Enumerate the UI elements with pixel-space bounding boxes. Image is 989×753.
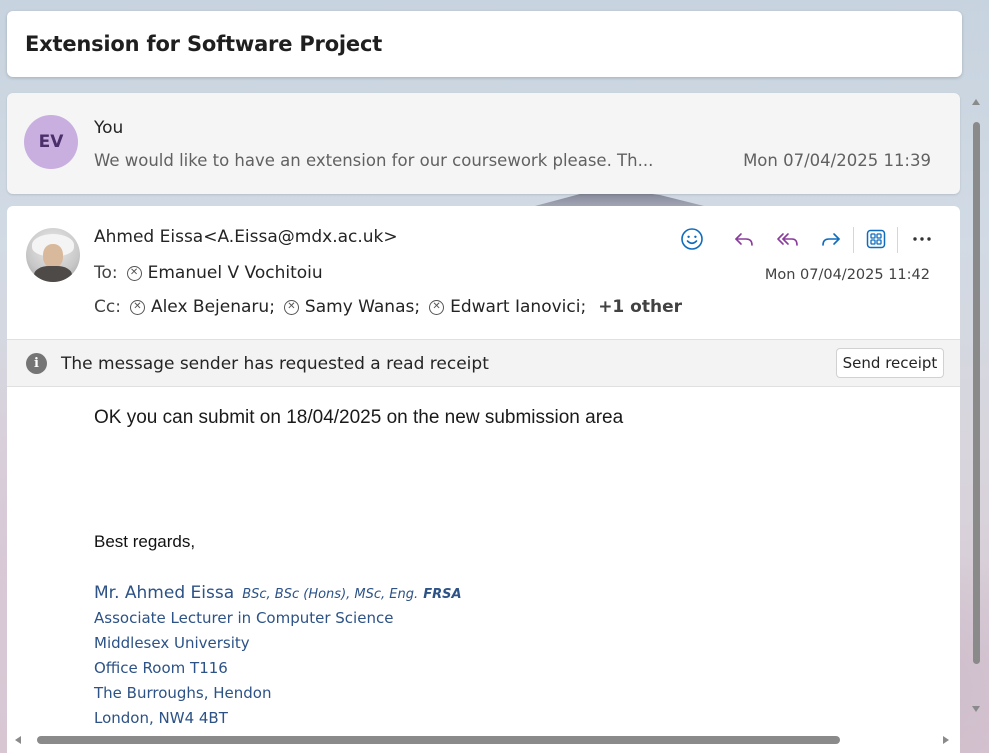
vertical-scrollbar[interactable] bbox=[966, 94, 988, 724]
thread-subject: Extension for Software Project bbox=[25, 32, 383, 56]
remove-recipient-icon[interactable]: ✕ bbox=[283, 299, 299, 315]
toolbar-divider bbox=[897, 227, 898, 253]
collapsed-message[interactable]: EV You We would like to have an extensio… bbox=[7, 93, 960, 194]
more-recipients-link[interactable]: +1 other bbox=[598, 297, 682, 317]
sender-name: You bbox=[94, 118, 124, 138]
scroll-right-icon[interactable] bbox=[943, 736, 949, 744]
message-body: OK you can submit on 18/04/2025 on the n… bbox=[94, 407, 624, 428]
signature-line: Associate Lecturer in Computer Science bbox=[94, 609, 394, 627]
signature-qualifications: BSc, BSc (Hons), MSc, Eng. bbox=[242, 587, 419, 602]
to-label: To: bbox=[94, 263, 118, 283]
info-icon: i bbox=[26, 353, 47, 374]
reply-icon[interactable] bbox=[729, 224, 759, 254]
signature-line: Middlesex University bbox=[94, 634, 250, 652]
sender-avatar[interactable] bbox=[26, 228, 80, 282]
scroll-left-icon[interactable] bbox=[15, 736, 21, 744]
recipient-name: Samy Wanas; bbox=[304, 297, 421, 317]
remove-recipient-icon[interactable]: ✕ bbox=[429, 299, 445, 315]
reply-all-icon[interactable] bbox=[773, 224, 803, 254]
closing-text: Best regards, bbox=[94, 532, 196, 551]
read-receipt-text: The message sender has requested a read … bbox=[61, 354, 489, 374]
signature-name: Mr. Ahmed Eissa BSc, BSc (Hons), MSc, En… bbox=[94, 583, 462, 603]
scroll-down-icon[interactable] bbox=[972, 706, 980, 712]
smiley-icon[interactable] bbox=[677, 224, 707, 254]
message-preview: We would like to have an extension for o… bbox=[94, 151, 654, 170]
recipient-chip[interactable]: ✕ Alex Bejenaru; bbox=[129, 297, 275, 317]
signature-line: Office Room T116 bbox=[94, 659, 228, 677]
signature-full-name: Mr. Ahmed Eissa bbox=[94, 583, 235, 603]
avatar: EV bbox=[24, 115, 78, 169]
signature-line: The Burroughs, Hendon bbox=[94, 684, 272, 702]
recipient-name: Edwart Ianovici; bbox=[450, 297, 587, 317]
from-address[interactable]: Ahmed Eissa<A.Eissa@mdx.ac.uk> bbox=[94, 227, 398, 247]
signature-fellowship: FRSA bbox=[423, 587, 462, 602]
recipient-chip[interactable]: ✕ Edwart Ianovici; bbox=[429, 297, 586, 317]
message-date: Mon 07/04/2025 11:39 bbox=[743, 151, 931, 170]
signature-line: London, NW4 4BT bbox=[94, 709, 228, 727]
more-icon[interactable] bbox=[905, 224, 939, 254]
subject-header: Extension for Software Project bbox=[7, 11, 962, 77]
horizontal-scroll-thumb[interactable] bbox=[37, 736, 840, 744]
cc-label: Cc: bbox=[94, 297, 121, 317]
recipient-chip[interactable]: ✕ Emanuel V Vochitoiu bbox=[126, 263, 323, 283]
remove-recipient-icon[interactable]: ✕ bbox=[129, 299, 145, 315]
toolbar-divider bbox=[853, 227, 854, 253]
recipient-name: Emanuel V Vochitoiu bbox=[147, 263, 323, 283]
horizontal-scrollbar[interactable] bbox=[0, 728, 962, 750]
forward-icon[interactable] bbox=[816, 224, 846, 254]
recipient-chip[interactable]: ✕ Samy Wanas; bbox=[283, 297, 421, 317]
cc-recipients: Cc: ✕ Alex Bejenaru; ✕ Samy Wanas; ✕ Edw… bbox=[94, 297, 682, 317]
scroll-up-icon[interactable] bbox=[972, 99, 980, 105]
read-receipt-bar: i The message sender has requested a rea… bbox=[7, 339, 960, 387]
apps-icon[interactable] bbox=[861, 224, 891, 254]
to-recipients: To: ✕ Emanuel V Vochitoiu bbox=[94, 263, 332, 283]
vertical-scroll-thumb[interactable] bbox=[973, 122, 980, 664]
expanded-message: Ahmed Eissa<A.Eissa@mdx.ac.uk> To: ✕ Ema… bbox=[7, 206, 960, 753]
remove-recipient-icon[interactable]: ✕ bbox=[126, 265, 142, 281]
recipient-name: Alex Bejenaru; bbox=[150, 297, 275, 317]
message-toolbar bbox=[677, 224, 937, 254]
send-receipt-button[interactable]: Send receipt bbox=[836, 348, 944, 378]
message-date: Mon 07/04/2025 11:42 bbox=[764, 267, 930, 283]
